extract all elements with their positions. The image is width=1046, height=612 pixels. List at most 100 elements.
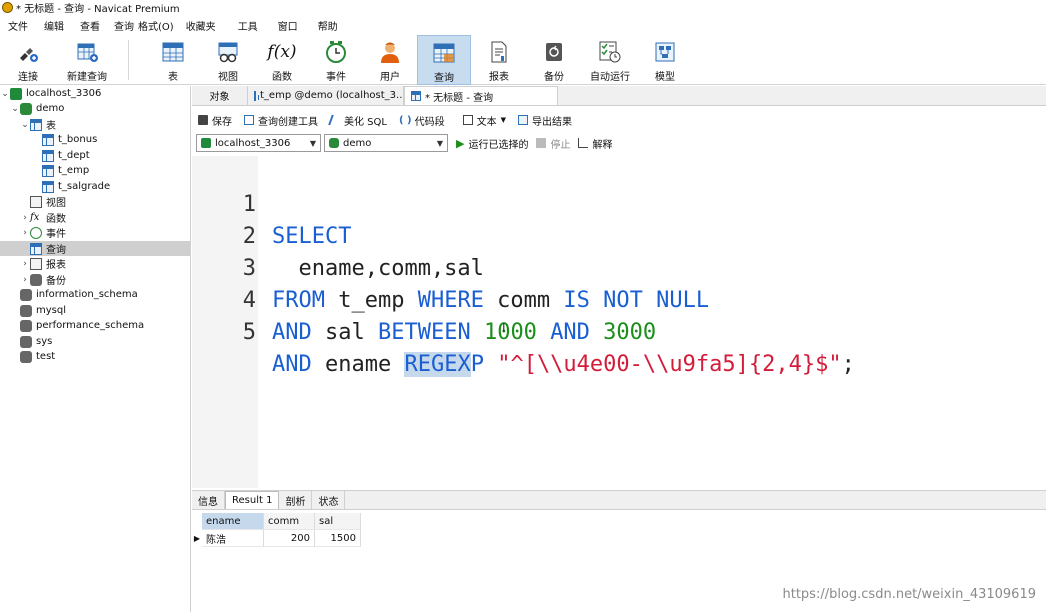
- save-button[interactable]: 保存: [192, 113, 238, 128]
- sql-keyword: AND: [272, 320, 312, 345]
- user-label: 用户: [380, 72, 400, 83]
- tree-db-demo[interactable]: ⌄ demo: [0, 101, 190, 116]
- query-button[interactable]: 查询: [417, 35, 471, 85]
- view-button[interactable]: 视图: [201, 35, 255, 85]
- chevron-down-icon: ▼: [436, 138, 443, 148]
- tree-backups[interactable]: › 备份: [0, 272, 190, 287]
- chevron-right-icon[interactable]: ›: [20, 228, 30, 238]
- tree-db[interactable]: test: [0, 349, 190, 364]
- connect-button[interactable]: 连接: [0, 35, 56, 85]
- menu-favorites[interactable]: 收藏夹: [178, 18, 224, 33]
- tree-reports[interactable]: › 报表: [0, 256, 190, 271]
- sql-string: "^[\\u4e00-\\u9fa5]{2,4}$": [497, 352, 842, 377]
- menu-view[interactable]: 查看: [72, 18, 108, 33]
- tree-label: test: [36, 351, 56, 362]
- cell-value: 1500: [330, 532, 356, 544]
- connection-select[interactable]: localhost_3306 ▼: [196, 134, 321, 152]
- tree-label: 函数: [46, 214, 66, 225]
- run-selected-button[interactable]: ▶ 运行已选择的: [456, 136, 528, 151]
- explain-label: 解释: [592, 139, 613, 151]
- tree-table-item[interactable]: t_bonus: [0, 132, 190, 147]
- sql-number: 3000: [589, 320, 657, 345]
- tab-status[interactable]: 状态: [312, 491, 346, 509]
- tree-functions[interactable]: › fx 函数: [0, 210, 190, 226]
- tree-views[interactable]: 视图: [0, 194, 190, 209]
- column-header[interactable]: comm: [264, 513, 315, 530]
- column-label: sal: [319, 515, 334, 527]
- model-label: 模型: [655, 72, 675, 83]
- beautify-sql-button[interactable]: 美化 SQL: [324, 113, 393, 128]
- tab-result-1[interactable]: Result 1: [225, 491, 280, 509]
- tree-connection[interactable]: ⌄ localhost_3306: [0, 86, 190, 101]
- chevron-right-icon[interactable]: ›: [20, 275, 30, 285]
- code-snippet-button[interactable]: ( ) 代码段: [393, 113, 451, 128]
- tab-profile[interactable]: 剖析: [279, 491, 313, 509]
- stop-label: 停止: [550, 139, 571, 151]
- tree-events[interactable]: › 事件: [0, 225, 190, 240]
- backup-button[interactable]: 备份: [527, 35, 581, 85]
- query-builder-button[interactable]: 查询创建工具: [238, 113, 324, 128]
- tab-info[interactable]: 信息: [192, 491, 225, 509]
- grid-cell[interactable]: 1500: [315, 530, 361, 547]
- event-label: 事件: [326, 72, 346, 83]
- new-query-button[interactable]: 新建查询: [56, 35, 118, 85]
- wand-icon: [328, 115, 342, 125]
- grid-cell[interactable]: 200: [264, 530, 315, 547]
- menu-format[interactable]: 格式(O): [136, 18, 178, 33]
- auto-run-button[interactable]: 自动运行: [581, 35, 639, 85]
- column-header[interactable]: ename: [202, 513, 264, 530]
- connection-selectors: localhost_3306 ▼ demo ▼ ▶ 运行已选择的 停止 解释: [192, 133, 1046, 153]
- play-icon: ▶: [456, 136, 465, 150]
- sql-number: 1000: [470, 320, 551, 345]
- menu-tools[interactable]: 工具: [224, 18, 268, 33]
- menu-window[interactable]: 窗口: [268, 18, 308, 33]
- tree-queries[interactable]: 查询: [0, 241, 190, 256]
- export-label: 导出结果: [531, 116, 572, 128]
- chevron-down-icon[interactable]: ⌄: [0, 89, 10, 99]
- table-row[interactable]: ▶ 陈浩 200 1500: [192, 530, 361, 547]
- tree-table-item[interactable]: t_emp: [0, 163, 190, 178]
- tree-db[interactable]: performance_schema: [0, 318, 190, 333]
- explain-button[interactable]: 解释: [578, 136, 612, 151]
- stop-button[interactable]: 停止: [536, 136, 570, 151]
- tree-label: 报表: [46, 260, 66, 271]
- user-button[interactable]: 用户: [363, 35, 417, 85]
- table-button[interactable]: 表: [145, 35, 201, 85]
- report-button[interactable]: 报表: [471, 35, 527, 85]
- export-icon: [517, 115, 528, 125]
- function-button[interactable]: f(x) 函数: [255, 35, 309, 85]
- model-button[interactable]: 模型: [639, 35, 691, 85]
- tab-query[interactable]: * 无标题 - 查询: [404, 86, 558, 105]
- tree-table-item[interactable]: t_salgrade: [0, 179, 190, 194]
- menu-edit[interactable]: 编辑: [36, 18, 72, 33]
- database-icon: [20, 335, 32, 348]
- tree-db[interactable]: information_schema: [0, 287, 190, 302]
- text-button[interactable]: 文本 ▼: [457, 113, 512, 128]
- menu-file[interactable]: 文件: [0, 18, 36, 33]
- tab-t-emp[interactable]: t_emp @demo (localhost_3...: [248, 86, 404, 105]
- chevron-right-icon[interactable]: ›: [20, 213, 30, 223]
- tree-table-item[interactable]: t_dept: [0, 148, 190, 163]
- tab-label: Result 1: [232, 495, 273, 506]
- export-results-button[interactable]: 导出结果: [512, 113, 578, 128]
- database-icon: [20, 288, 32, 301]
- menu-query[interactable]: 查询: [108, 18, 136, 33]
- connect-label: 连接: [18, 72, 38, 83]
- database-icon: [329, 138, 339, 148]
- tree-db[interactable]: mysql: [0, 303, 190, 318]
- chevron-down-icon[interactable]: ⌄: [10, 104, 20, 114]
- chevron-right-icon[interactable]: ›: [20, 259, 30, 269]
- tree-db[interactable]: sys: [0, 334, 190, 349]
- main-toolbar: 连接 新建查询 表 视图 f(x) 函数 事件 用户 查询 报表 备份 自动运行…: [0, 35, 1046, 85]
- database-select[interactable]: demo ▼: [324, 134, 448, 152]
- menu-help[interactable]: 帮助: [308, 18, 348, 33]
- sql-editor[interactable]: 1 SELECT 2 ename,comm,sal 3 FROM t_emp W…: [192, 156, 1046, 488]
- column-header[interactable]: sal: [315, 513, 361, 530]
- tree-tables[interactable]: ⌄ 表: [0, 117, 190, 132]
- sql-text: ename: [311, 352, 405, 377]
- grid-cell[interactable]: 陈浩: [202, 530, 264, 547]
- tab-objects[interactable]: 对象: [192, 86, 248, 105]
- chevron-down-icon[interactable]: ⌄: [20, 120, 30, 130]
- event-button[interactable]: 事件: [309, 35, 363, 85]
- report-icon: [487, 40, 511, 64]
